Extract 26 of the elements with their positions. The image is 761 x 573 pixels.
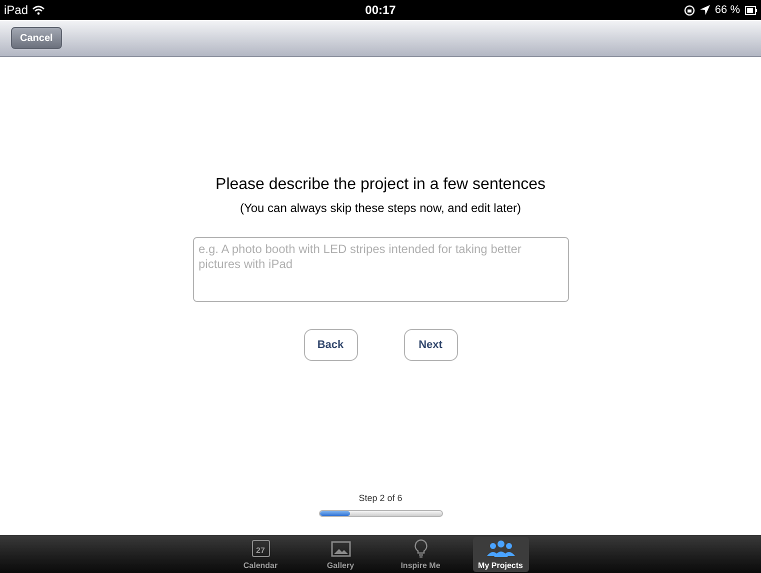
description-field[interactable]: e.g. A photo booth with LED stripes intended for taking better pictures with iPad xyxy=(192,237,568,302)
battery-level: 66 % xyxy=(714,2,740,18)
battery-icon xyxy=(744,6,757,14)
tab-label: Calendar xyxy=(243,561,278,571)
tab-label: My Projects xyxy=(478,561,523,571)
tab[interactable]: 27 Calendar xyxy=(232,537,288,572)
tab[interactable]: Inspire Me xyxy=(392,537,448,572)
tab[interactable]: Gallery xyxy=(312,537,368,572)
calendar-day: 27 xyxy=(256,546,265,556)
device-name: iPad xyxy=(4,2,28,19)
next-button[interactable]: Next xyxy=(404,329,458,361)
tab-label: Gallery xyxy=(326,561,354,571)
tab-label: Inspire Me xyxy=(400,561,440,571)
rotation-lock-icon xyxy=(684,4,695,16)
cancel-button[interactable]: Cancel xyxy=(11,27,62,49)
back-button[interactable]: Back xyxy=(304,329,358,361)
prompt-title: Please describe the project in a few sentences xyxy=(216,175,546,195)
people-icon xyxy=(486,540,514,557)
location-icon xyxy=(700,5,710,15)
wifi-icon xyxy=(32,5,46,15)
image-icon xyxy=(330,540,350,556)
step-label: Step 2 of 6 xyxy=(358,492,402,505)
tab[interactable]: My Projects xyxy=(472,537,528,572)
lightbulb-icon xyxy=(414,539,428,558)
clock: 00:17 xyxy=(365,2,396,19)
prompt-subtitle: (You can always skip these steps now, and edit later) xyxy=(240,200,522,217)
